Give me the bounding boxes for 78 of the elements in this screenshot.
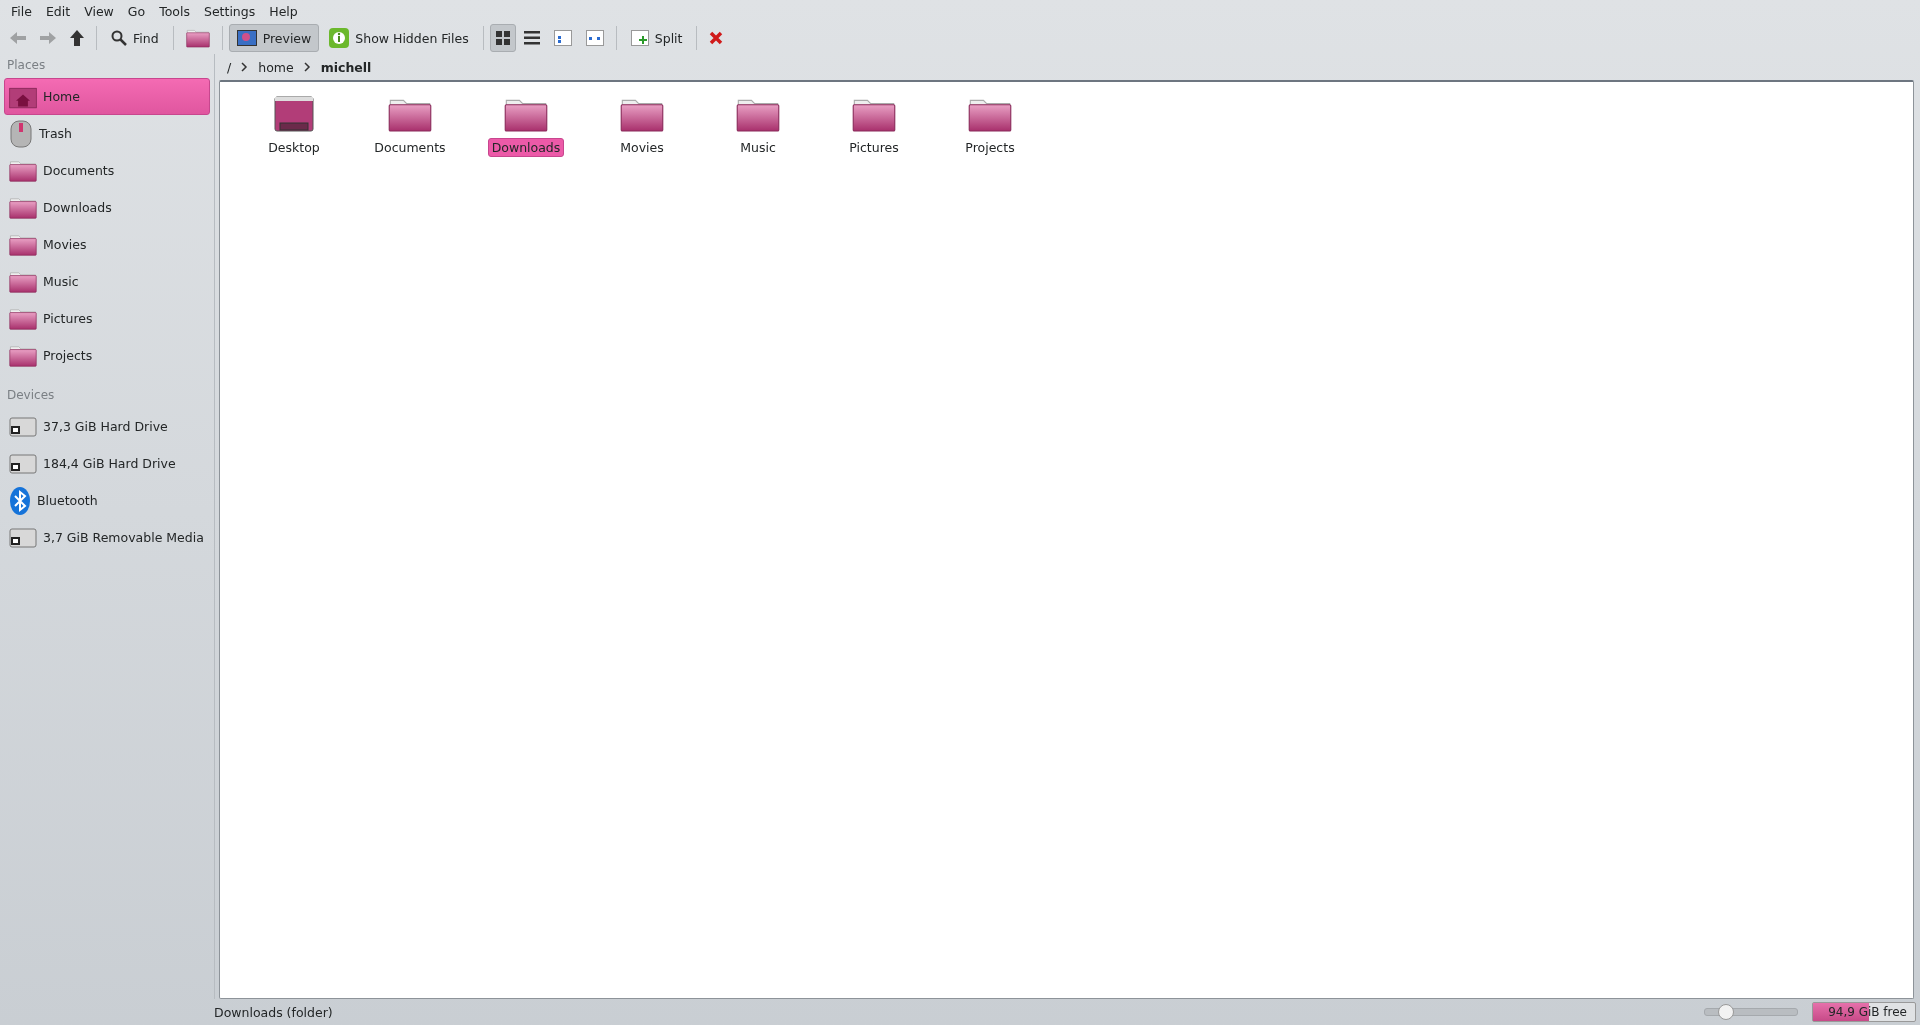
folder-icon (9, 270, 37, 293)
sidebar-item[interactable]: Trash (4, 115, 210, 152)
toolbar-button[interactable]: Preview (228, 24, 320, 52)
breadcrumb-link[interactable]: home (258, 59, 294, 75)
folder-icon (185, 28, 210, 48)
sidebar-item-label: Music (43, 274, 79, 289)
close-icon (709, 31, 724, 45)
file-name[interactable]: Music (736, 138, 780, 158)
bluetooth-icon (9, 485, 31, 516)
up-arrow-icon (70, 30, 84, 46)
sidebar-item[interactable]: Downloads (4, 189, 210, 226)
breadcrumb-link[interactable]: / (227, 59, 232, 75)
back-arrow-icon (10, 31, 26, 45)
sidebar-item[interactable]: 184,4 GiB Hard Drive (4, 445, 210, 482)
sidebar-item-label: 3,7 GiB Removable Media (43, 530, 204, 545)
file-name[interactable]: Downloads (487, 138, 565, 158)
folder-icon (9, 307, 37, 330)
file-name[interactable]: Documents (370, 138, 450, 158)
icon-grid-icon (495, 31, 510, 45)
folder-icon (9, 196, 37, 219)
compact-view-icon (553, 30, 572, 46)
info-icon (329, 28, 350, 48)
menu-item[interactable]: Tools (152, 3, 197, 19)
toolbar-button[interactable]: Show Hidden Files (321, 24, 477, 52)
sidebar-item-label: Trash (39, 126, 73, 141)
file-name[interactable]: Movies (616, 138, 668, 158)
folder-icon (9, 344, 37, 367)
toolbar-button[interactable]: Split (622, 24, 691, 52)
sidebar-item[interactable]: Movies (4, 226, 210, 263)
menu-item[interactable]: View (77, 3, 121, 19)
folder-icon (9, 159, 37, 182)
sidebar-item-label: 37,3 GiB Hard Drive (43, 419, 168, 434)
desktop-folder-icon (274, 96, 314, 132)
sidebar-item-label: Movies (43, 237, 87, 252)
list-icon (523, 31, 540, 45)
slider-thumb[interactable] (1718, 1004, 1735, 1020)
menu-item[interactable]: Settings (196, 3, 263, 19)
folder-icon (9, 233, 37, 256)
chevron-icon (241, 62, 249, 72)
forward-arrow-icon (40, 31, 56, 45)
hard-drive-icon (9, 415, 37, 438)
sidebar-item[interactable]: Projects (4, 337, 210, 374)
toolbar-button[interactable]: Find (103, 24, 167, 52)
split-view-icon (630, 30, 649, 46)
sidebar-item-label: 184,4 GiB Hard Drive (43, 456, 176, 471)
file-name[interactable]: Projects (961, 138, 1019, 158)
sidebar-item-label: Pictures (43, 311, 93, 326)
sidebar-item-label: Projects (43, 348, 93, 363)
status-text: Downloads (folder) (214, 1004, 334, 1020)
menu-item[interactable]: Help (262, 3, 305, 19)
sidebar-item[interactable]: Documents (4, 152, 210, 189)
free-space-label: 94,9 GiB free (1827, 1005, 1908, 1019)
search-icon (111, 30, 127, 46)
file-name[interactable]: Desktop (264, 138, 324, 157)
hard-drive-icon (9, 526, 37, 549)
chevron-icon (303, 62, 311, 72)
breadcrumb-link[interactable]: michell (320, 59, 372, 75)
sidebar-item[interactable]: Home (4, 78, 210, 115)
columns-view-icon (585, 30, 604, 46)
sidebar-item-label: Documents (43, 163, 115, 178)
toolbar-button[interactable] (489, 24, 516, 52)
sidebar-item[interactable]: Music (4, 263, 210, 300)
trash-icon (9, 118, 33, 149)
sidebar-item[interactable]: Bluetooth (4, 482, 210, 519)
section-heading: Places (6, 57, 47, 74)
sidebar-item-label: Downloads (43, 200, 112, 215)
picture-icon (236, 30, 257, 46)
menu-item[interactable]: File (4, 3, 39, 19)
sidebar-item-label: Home (43, 89, 80, 104)
menu-item[interactable]: Edit (38, 3, 78, 19)
sidebar-item[interactable]: Pictures (4, 300, 210, 337)
hard-drive-icon (9, 452, 37, 475)
section-heading: Devices (6, 387, 56, 404)
sidebar-item-label: Bluetooth (37, 493, 98, 508)
sidebar-item[interactable]: 3,7 GiB Removable Media (4, 519, 210, 556)
sidebar-item[interactable]: 37,3 GiB Hard Drive (4, 408, 210, 445)
file-name[interactable]: Pictures (845, 138, 903, 158)
menu-item[interactable]: Go (120, 3, 153, 19)
